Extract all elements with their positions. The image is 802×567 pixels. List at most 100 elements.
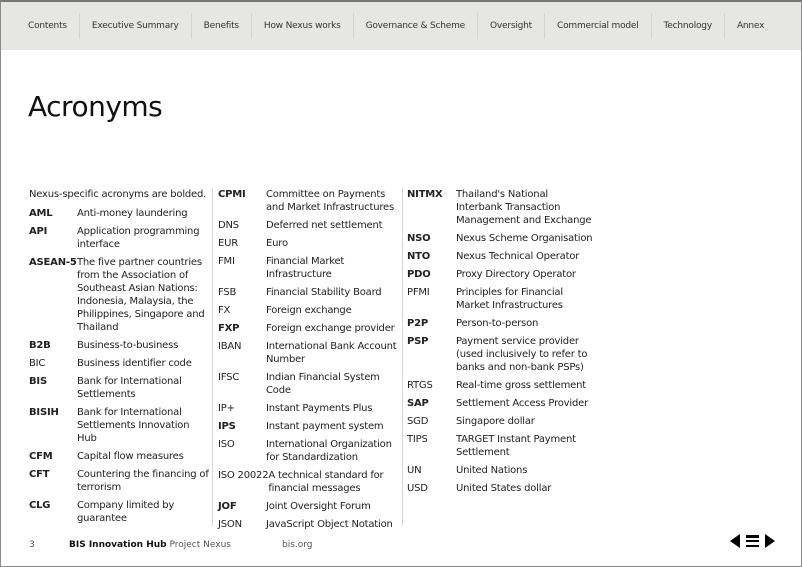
nav-item-annex[interactable]: Annex — [725, 13, 776, 39]
acronym-definition: Bank for International Settlements — [77, 376, 182, 400]
acronym-entry: CFT Countering the financing of terrorism — [29, 468, 209, 494]
acronym-term: UN — [407, 465, 422, 476]
acronym-definition: Countering the financing of terrorism — [77, 469, 209, 493]
acronym-definition: Principles for Financial Market Infrastr… — [456, 287, 563, 311]
acronym-definition: United States dollar — [456, 483, 552, 494]
acronym-entry: P2P Person-to-person — [407, 317, 597, 330]
nav-item-executive-summary[interactable]: Executive Summary — [80, 13, 192, 39]
intro-note: Nexus-specific acronyms are bolded. — [29, 189, 207, 200]
site-link[interactable]: bis.org — [282, 540, 313, 550]
acronym-term: BIS — [29, 376, 47, 387]
brand-name: BIS Innovation Hub — [69, 540, 167, 550]
nav-item-contents[interactable]: Contents — [16, 13, 80, 39]
acronym-definition: A technical standard for financial messa… — [268, 470, 384, 494]
acronym-term: FSB — [218, 287, 237, 298]
acronym-term: PFMI — [407, 287, 430, 298]
acronym-definition: Financial Market Infrastructure — [266, 256, 345, 280]
top-nav: Contents Executive Summary Benefits How Nex… — [1, 2, 801, 50]
acronym-entry: IBAN International Bank Account Number — [218, 340, 401, 366]
acronym-entry: NSO Nexus Scheme Organisation — [407, 232, 597, 245]
column-divider — [212, 188, 213, 526]
acronym-entry: BIC Business identifier code — [29, 357, 209, 370]
acronym-definition: Person-to-person — [456, 318, 539, 329]
acronym-term: BISIH — [29, 407, 59, 418]
triangle-left-icon[interactable] — [730, 534, 740, 548]
acronym-entry: CPMI Committee on Payments and Market Inf… — [218, 188, 401, 214]
acronym-term: ASEAN-5 — [29, 257, 77, 268]
column-divider — [402, 188, 403, 526]
nav-item-technology[interactable]: Technology — [652, 13, 725, 39]
acronym-term: ISO 20022 — [218, 470, 269, 481]
acronym-definition: Real-time gross settlement — [456, 380, 586, 391]
triangle-right-icon[interactable] — [765, 534, 775, 548]
acronym-term: P2P — [407, 318, 429, 329]
acronym-entry: FXP Foreign exchange provider — [218, 322, 401, 335]
acronym-term: AML — [29, 208, 53, 219]
acronym-entry: IFSC Indian Financial System Code — [218, 371, 401, 397]
acronym-term: NSO — [407, 233, 431, 244]
nav-item-oversight[interactable]: Oversight — [478, 13, 546, 39]
acronym-term: SGD — [407, 416, 429, 427]
acronym-term: FXP — [218, 323, 240, 334]
nav-item-commercial-model[interactable]: Commercial model — [545, 13, 652, 39]
acronym-definition: Company limited by guarantee — [77, 500, 175, 524]
acronym-column-2: CPMI Committee on Payments and Market Inf… — [218, 188, 401, 536]
acronym-definition: Instant payment system — [266, 421, 384, 432]
acronym-entry: IPS Instant payment system — [218, 420, 401, 433]
acronym-definition: Anti-money laundering — [77, 208, 188, 219]
project-name: Project Nexus — [169, 540, 231, 550]
acronym-definition: Financial Stability Board — [266, 287, 382, 298]
acronym-definition: Bank for International Settlements Innov… — [77, 407, 190, 444]
acronym-definition: Capital flow measures — [77, 451, 184, 462]
acronym-term: IP+ — [218, 403, 235, 414]
acronym-entry: USD United States dollar — [407, 482, 597, 495]
acronym-definition: Business identifier code — [77, 358, 192, 369]
acronym-term: CFT — [29, 469, 50, 480]
nav-item-governance-scheme[interactable]: Governance & Scheme — [354, 13, 479, 39]
acronym-entry: TIPS TARGET Instant Payment Settlement — [407, 433, 597, 459]
acronym-entry: AML Anti-money laundering — [29, 207, 209, 220]
acronym-entry: FSB Financial Stability Board — [218, 286, 401, 299]
acronym-entry: EUR Euro — [218, 237, 401, 250]
acronym-term: API — [29, 226, 48, 237]
page: Contents Executive Summary Benefits How Nex… — [0, 0, 802, 567]
nav-item-benefits[interactable]: Benefits — [192, 13, 252, 39]
acronym-term: B2B — [29, 340, 51, 351]
acronym-definition: The five partner countries from the Asso… — [77, 257, 205, 333]
acronym-term: FMI — [218, 256, 235, 267]
acronym-term: USD — [407, 483, 428, 494]
acronym-entry: PDO Proxy Directory Operator — [407, 268, 597, 281]
acronym-term: JSON — [218, 519, 242, 530]
acronym-definition: Singapore dollar — [456, 416, 535, 427]
page-controls — [730, 534, 775, 548]
acronym-definition: Instant Payments Plus — [266, 403, 373, 414]
acronym-term: SAP — [407, 398, 429, 409]
acronym-definition: International Organization for Standardi… — [266, 439, 392, 463]
acronym-entry: CFM Capital flow measures — [29, 450, 209, 463]
page-number: 3 — [29, 540, 35, 550]
acronym-entry: NTO Nexus Technical Operator — [407, 250, 597, 263]
acronym-term: TIPS — [407, 434, 428, 445]
acronym-definition: Deferred net settlement — [266, 220, 383, 231]
menu-icon[interactable] — [746, 535, 759, 547]
acronym-term: PDO — [407, 269, 431, 280]
acronym-definition: United Nations — [456, 465, 528, 476]
acronym-definition: International Bank Account Number — [266, 341, 397, 365]
acronym-definition: Indian Financial System Code — [266, 372, 380, 396]
acronym-entry: JOF Joint Oversight Forum — [218, 500, 401, 513]
acronym-definition: Application programming interface — [77, 226, 200, 250]
acronym-definition: Nexus Technical Operator — [456, 251, 580, 262]
acronym-entry: BIS Bank for International Settlements — [29, 375, 209, 401]
acronym-entry: PSP Payment service provider (used inclus… — [407, 335, 597, 374]
nav-item-how-nexus-works[interactable]: How Nexus works — [252, 13, 354, 39]
acronym-definition: Committee on Payments and Market Infrast… — [266, 189, 394, 213]
acronym-definition: JavaScript Object Notation — [266, 519, 393, 530]
acronym-term: IPS — [218, 421, 236, 432]
acronym-entry: FMI Financial Market Infrastructure — [218, 255, 401, 281]
acronym-entry: DNS Deferred net settlement — [218, 219, 401, 232]
acronym-definition: Euro — [266, 238, 288, 249]
acronym-term: PSP — [407, 336, 429, 347]
acronym-column-1: Nexus-specific acronyms are bolded. AML A… — [29, 188, 209, 530]
acronym-term: IFSC — [218, 372, 240, 383]
acronym-entry: BISIH Bank for International Settlements … — [29, 406, 209, 445]
